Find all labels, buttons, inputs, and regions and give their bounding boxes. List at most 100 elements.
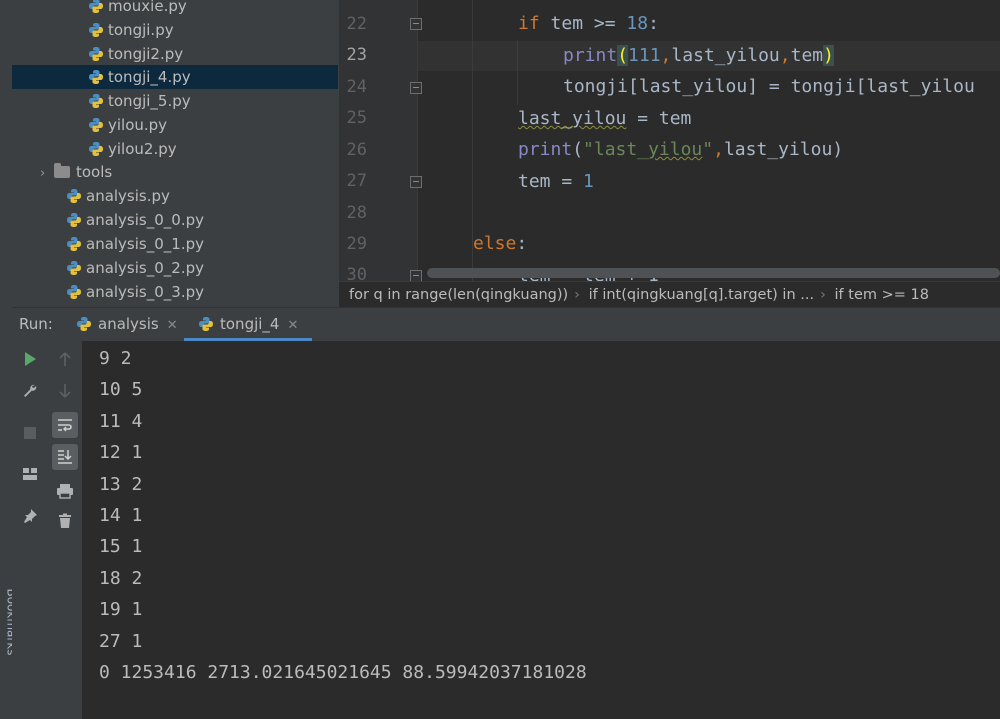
close-icon[interactable]: ✕ xyxy=(167,318,178,333)
tree-item-tongji2[interactable]: tongji2.py xyxy=(88,42,183,66)
editor-horizontal-scrollbar[interactable] xyxy=(427,268,1000,278)
layout-icon xyxy=(23,468,37,480)
run-toolbar-secondary xyxy=(48,341,83,719)
chevron-right-icon[interactable]: › xyxy=(40,162,54,186)
fold-marker-icon[interactable] xyxy=(410,270,422,281)
soft-wrap-toggle[interactable] xyxy=(52,412,78,438)
tree-item-analysis-0-2[interactable]: analysis_0_2.py xyxy=(66,256,204,280)
run-window-header: Run: analysis ✕ tongji_4 ✕ xyxy=(12,307,1000,342)
close-icon[interactable]: ✕ xyxy=(287,318,298,333)
console-line: 18 2 xyxy=(99,568,143,589)
trash-icon xyxy=(59,513,71,528)
code-paren: ( xyxy=(572,139,584,160)
code-number: 111 xyxy=(628,45,661,66)
breadcrumb-item[interactable]: if int(qingkuang[q].target) in ... xyxy=(589,287,815,303)
code-builtin: print xyxy=(563,45,618,66)
indent-guide xyxy=(517,40,518,105)
fold-marker-icon[interactable] xyxy=(410,18,422,30)
run-tab-analysis[interactable]: analysis ✕ xyxy=(76,308,178,341)
code-string: " xyxy=(702,139,714,160)
tree-item-label: analysis.py xyxy=(86,187,170,205)
tree-item-label: mouxie.py xyxy=(108,0,187,15)
python-file-icon xyxy=(199,317,213,331)
rerun-button[interactable] xyxy=(17,346,43,372)
play-icon xyxy=(25,352,36,366)
python-file-icon xyxy=(89,0,103,13)
line-number: 26 xyxy=(346,140,367,160)
breadcrumb-item[interactable]: for q in range(len(qingkuang)) xyxy=(349,287,568,303)
tree-item-tongji-4[interactable]: tongji_4.py xyxy=(12,65,338,89)
wrench-icon xyxy=(24,384,37,397)
arrow-down-icon xyxy=(59,384,71,398)
python-file-icon xyxy=(67,237,81,251)
console-line: 14 1 xyxy=(99,505,143,526)
fold-marker-icon[interactable] xyxy=(410,82,422,94)
python-file-icon xyxy=(89,94,103,108)
tree-item-analysis-0-1[interactable]: analysis_0_1.py xyxy=(66,232,204,256)
print-icon xyxy=(57,484,73,499)
tree-item-yilou[interactable]: yilou.py xyxy=(88,113,167,137)
run-console-output[interactable]: 9 2 10 5 11 4 12 1 13 2 14 1 15 1 18 2 1… xyxy=(83,341,1000,719)
tree-item-tools-folder[interactable]: › tools xyxy=(40,160,112,184)
line-number: 22 xyxy=(346,14,367,34)
run-tab-label: tongji_4 xyxy=(220,315,280,333)
tree-item-yilou2[interactable]: yilou2.py xyxy=(88,137,177,161)
edit-configuration-button[interactable] xyxy=(17,378,43,404)
code-comma: , xyxy=(779,45,791,66)
console-line: 15 1 xyxy=(99,536,143,557)
stop-button[interactable] xyxy=(17,420,43,446)
code-string: "last_ xyxy=(583,139,649,160)
tree-item-label: tongji2.py xyxy=(108,45,184,63)
scroll-to-end-icon xyxy=(58,450,72,464)
code-line-27: tem = 1 xyxy=(518,169,594,195)
line-number: 24 xyxy=(346,77,367,97)
fold-marker-icon[interactable] xyxy=(410,176,422,188)
tree-item-label: tongji_4.py xyxy=(108,68,191,86)
python-file-icon xyxy=(67,285,81,299)
tree-item-tongji-5[interactable]: tongji_5.py xyxy=(88,89,191,113)
code-number: 18 xyxy=(626,13,649,34)
tree-item-label: tongji_5.py xyxy=(108,92,191,110)
scroll-down-button[interactable] xyxy=(52,378,78,404)
tree-item-mouxie[interactable]: mouxie.py xyxy=(88,0,187,18)
tree-item-tongji[interactable]: tongji.py xyxy=(88,18,174,42)
python-file-icon xyxy=(89,70,103,84)
scroll-to-end-toggle[interactable] xyxy=(52,444,78,470)
code-text: last_yilou xyxy=(671,45,780,66)
folder-icon xyxy=(54,163,70,178)
console-line: 27 1 xyxy=(99,631,143,652)
layout-button[interactable] xyxy=(17,461,43,487)
code-keyword: if xyxy=(518,13,540,34)
code-line-25: last_yilou = tem xyxy=(518,106,691,132)
code-comma: , xyxy=(713,139,724,160)
console-line: 11 4 xyxy=(99,411,143,432)
python-file-icon xyxy=(67,189,81,203)
breadcrumb-separator-icon: › xyxy=(574,287,580,303)
tree-item-analysis-0-3[interactable]: analysis_0_3.py xyxy=(66,280,204,304)
clear-all-button[interactable] xyxy=(52,508,78,534)
python-file-icon xyxy=(89,142,103,156)
tree-item-analysis-0-0[interactable]: analysis_0_0.py xyxy=(66,208,204,232)
code-text: tem >= xyxy=(539,13,627,34)
run-toolbar-primary xyxy=(12,341,49,719)
scroll-up-button[interactable] xyxy=(52,346,78,372)
breadcrumb-item[interactable]: if tem >= 18 xyxy=(835,287,929,303)
stop-icon xyxy=(24,427,36,439)
run-tab-label: analysis xyxy=(98,315,159,333)
print-button[interactable] xyxy=(52,478,78,504)
code-paren: ) xyxy=(832,139,844,160)
pin-tab-button[interactable] xyxy=(17,503,43,529)
tree-item-analysis[interactable]: analysis.py xyxy=(66,184,170,208)
line-number: 28 xyxy=(346,203,367,223)
python-file-icon xyxy=(77,317,91,331)
tree-item-label: tongji.py xyxy=(108,21,174,39)
code-line-23: print(111,last_yilou,tem) xyxy=(563,43,834,69)
python-file-icon xyxy=(89,23,103,37)
console-line: 0 1253416 2713.021645021645 88.599420371… xyxy=(99,662,587,683)
run-tab-tongji-4[interactable]: tongji_4 ✕ xyxy=(184,308,313,341)
python-file-icon xyxy=(89,47,103,61)
code-keyword: else xyxy=(473,233,517,254)
code-editor[interactable]: 22 23 24 25 26 27 28 29 30 if tem >= 18:… xyxy=(339,0,1000,281)
console-line: 9 2 xyxy=(99,348,132,369)
tree-item-label: tools xyxy=(76,163,113,181)
